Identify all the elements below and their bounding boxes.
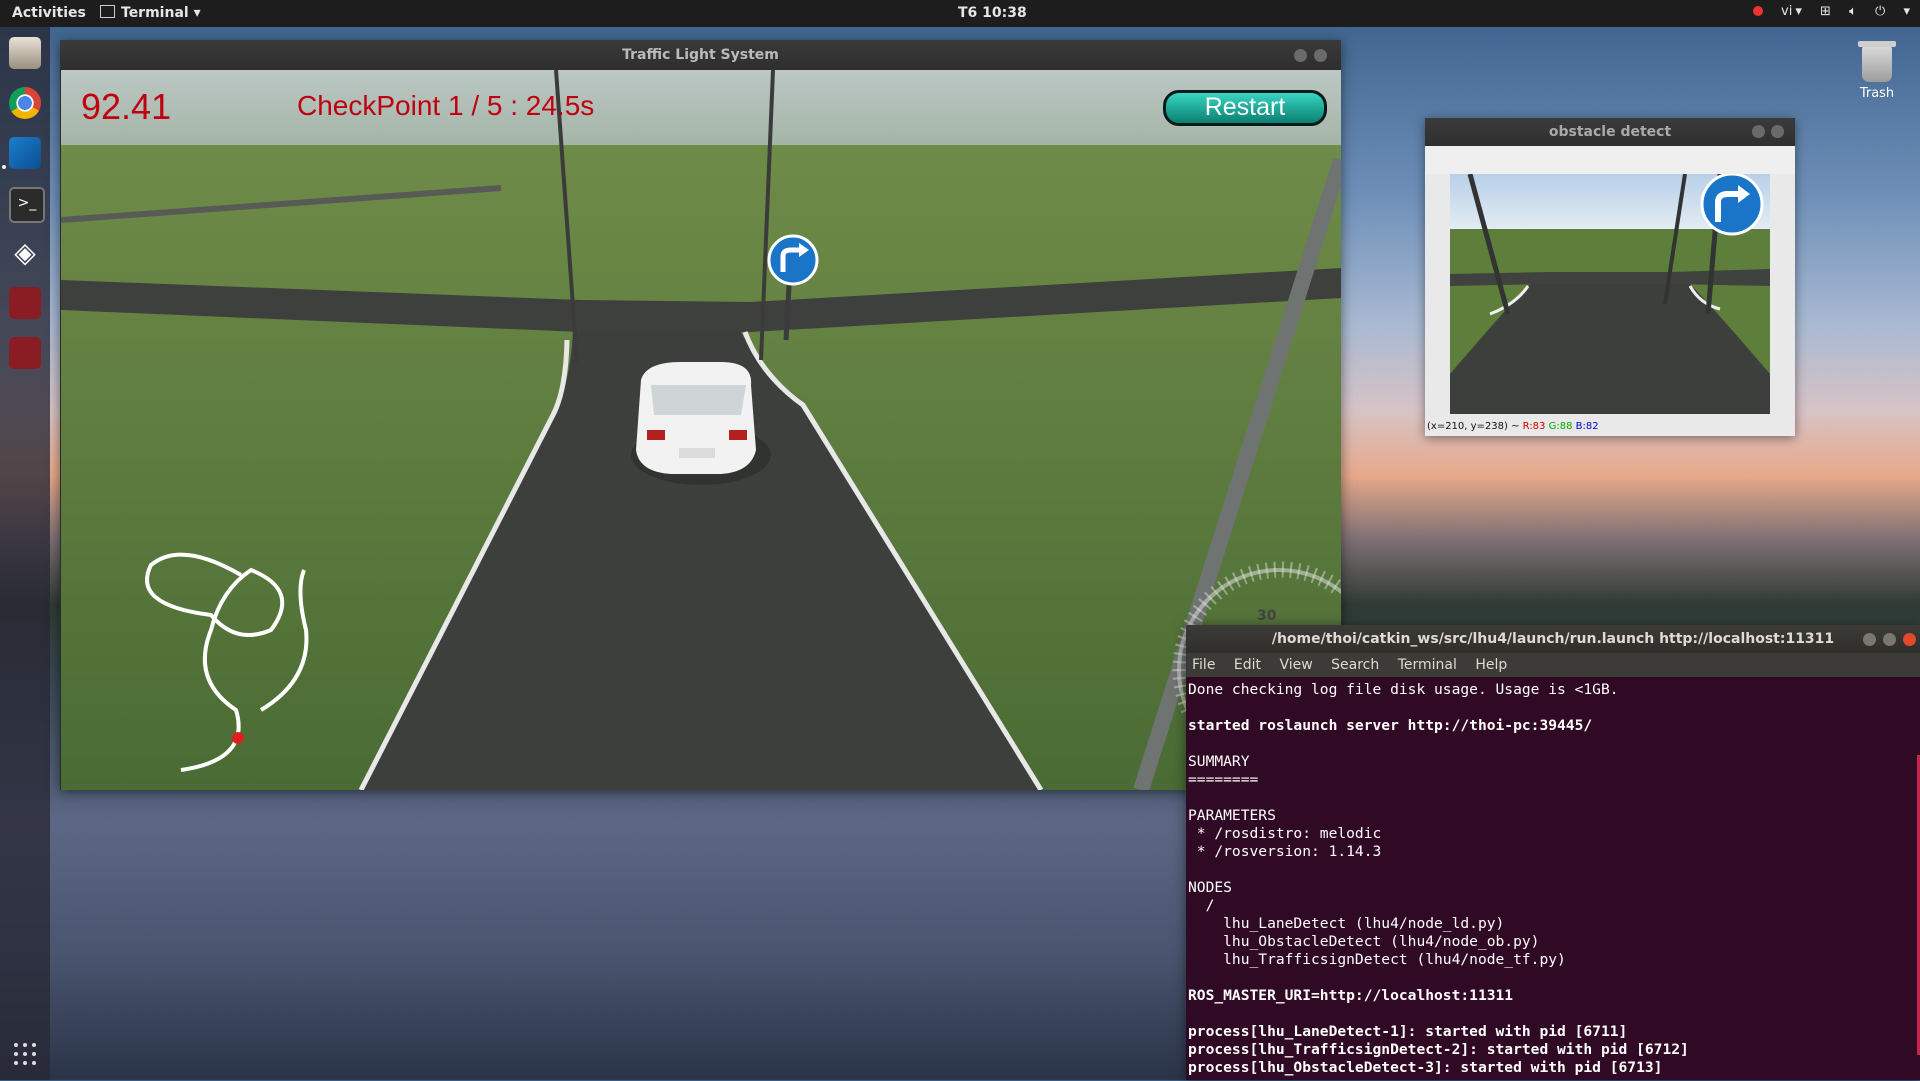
close-button[interactable] [1314,49,1327,62]
terminal-output[interactable]: Done checking log file disk usage. Usage… [1186,677,1920,1081]
pixel-coords: (x=210, y=238) ~ [1427,421,1523,432]
game-viewport[interactable]: 0 10 20 30 92.41 CheckPoint 1 / 5 : 24.5… [61,70,1341,790]
power-icon[interactable]: ⏻ [1875,4,1885,19]
activities-button[interactable]: Activities [12,5,86,21]
terminal-menubar: File Edit View Search Terminal Help [1186,653,1920,677]
score-display: 92.41 [81,86,172,127]
terminal-line: ======== [1188,771,1259,788]
terminal-line: / [1188,897,1215,914]
obstacle-window-title: obstacle detect [1548,124,1672,140]
pixel-status: (x=210, y=238) ~ R:83 G:88 B:82 [1427,421,1599,432]
terminal-title: /home/thoi/catkin_ws/src/lhu4/launch/run… [1271,631,1835,647]
terminal-icon [100,5,115,18]
terminal-line: * /rosdistro: melodic [1188,825,1382,842]
speedometer-tick: 30 [1257,608,1277,624]
chevron-down-icon[interactable]: ▾ [1903,4,1910,19]
terminal-line: PARAMETERS [1188,807,1276,824]
record-icon[interactable] [1752,6,1763,16]
camera-image[interactable] [1450,174,1770,414]
obstacle-window-titlebar[interactable]: obstacle detect [1425,118,1795,146]
minimize-button[interactable] [1863,633,1876,646]
input-language[interactable]: vi [1781,4,1792,19]
terminal-window: /home/thoi/catkin_ws/src/lhu4/launch/run… [1186,625,1920,1080]
trash-desktop-icon[interactable]: Trash [1852,41,1902,101]
active-indicator [2,165,6,169]
pixel-g: G:88 [1548,421,1573,432]
menu-terminal[interactable]: Terminal [1398,657,1457,673]
terminal-titlebar[interactable]: /home/thoi/catkin_ws/src/lhu4/launch/run… [1186,625,1920,653]
trash-icon [1858,41,1896,82]
game-window-titlebar[interactable]: Traffic Light System [60,40,1341,70]
network-icon[interactable]: ⊞ [1820,4,1831,19]
menu-help[interactable]: Help [1475,657,1507,673]
camera-frame [1450,174,1770,414]
top-bar: Activities Terminal ▾ T6 10:38 vi ▾ ⊞ 🔈︎ … [0,0,1920,27]
system-tray[interactable]: vi ▾ ⊞ 🔈︎ ⏻ ▾ [1739,4,1910,19]
game-window-title: Traffic Light System [622,47,779,63]
terminal-line: NODES [1188,879,1232,896]
game-window: Traffic Light System 30 92.41 CheckPoint… [60,40,1341,790]
clock[interactable]: T6 10:38 [958,5,1027,21]
terminal-line: process[lhu_TrafficsignDetect-2]: starte… [1188,1041,1689,1058]
terminal-line: lhu_TrafficsignDetect (lhu4/node_tf.py) [1188,951,1566,968]
pixel-b: B:82 [1575,421,1599,432]
volume-icon[interactable]: 🔈︎ [1849,4,1857,19]
terminal-line: started roslaunch server http://thoi-pc:… [1188,717,1593,734]
app-red-icon[interactable] [9,287,41,319]
minimize-button[interactable] [1294,49,1307,62]
terminal-line: lhu_LaneDetect (lhu4/node_ld.py) [1188,915,1505,932]
close-button[interactable] [1903,633,1916,646]
terminal-line: process[lhu_ObstacleDetect-3]: started w… [1188,1059,1663,1076]
checkpoint-display: CheckPoint 1 / 5 : 24.5s [297,90,595,121]
unity-icon[interactable]: ◈ [9,237,41,269]
terminal-icon[interactable]: >_ [9,187,45,223]
menu-file[interactable]: File [1192,657,1215,673]
pixel-r: R:83 [1522,421,1546,432]
menu-edit[interactable]: Edit [1234,657,1261,673]
terminal-line: ROS_MASTER_URI=http://localhost:11311 [1188,987,1514,1004]
close-button[interactable] [1771,125,1784,138]
obstacle-window: obstacle detect (x=210, y=238) ~ R:83 G:… [1425,118,1795,436]
terminal-line: process[lhu_LaneDetect-1]: started with … [1188,1023,1628,1040]
minimize-button[interactable] [1752,125,1765,138]
menu-search[interactable]: Search [1331,657,1379,673]
restart-button[interactable]: Restart [1163,90,1327,126]
terminal-line: * /rosversion: 1.14.3 [1188,843,1382,860]
files-icon[interactable] [9,37,41,69]
terminal-line: SUMMARY [1188,753,1250,770]
trash-label: Trash [1859,86,1895,101]
dock: >_ ◈ [0,27,50,1080]
maximize-button[interactable] [1883,633,1896,646]
opencv-toolbar [1425,146,1795,174]
menu-view[interactable]: View [1279,657,1312,673]
app-menu[interactable]: Terminal ▾ [100,5,201,21]
scene-render [61,70,1341,790]
terminal-line: Done checking log file disk usage. Usage… [1188,681,1619,698]
app-red-icon-2[interactable] [9,337,41,369]
show-apps-icon[interactable] [14,1043,38,1067]
vscode-icon[interactable] [9,137,41,169]
terminal-line: lhu_ObstacleDetect (lhu4/node_ob.py) [1188,933,1540,950]
app-menu-label: Terminal [121,5,189,21]
chrome-icon[interactable] [9,87,41,119]
